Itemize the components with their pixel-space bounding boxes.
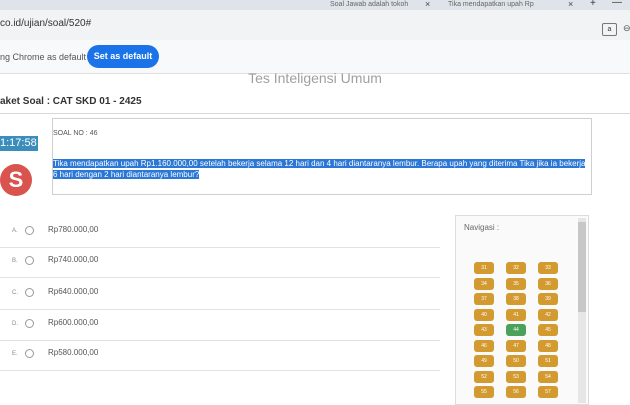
browser-tab-active[interactable]: Tika mendapatkan upah Rp	[448, 0, 543, 9]
browser-tab-bar: Soal Jawab adalah tokoh × Tika mendapatk…	[0, 0, 630, 10]
nav-question-button[interactable]: 51	[538, 355, 558, 367]
logo-icon: S	[0, 164, 32, 196]
tab-title: Tika mendapatkan upah Rp	[448, 1, 534, 8]
tab-close-icon[interactable]: ×	[568, 0, 573, 9]
nav-question-button[interactable]: 55	[474, 386, 494, 398]
question-number: SOAL NO : 46	[53, 130, 98, 137]
nav-question-button[interactable]: 46	[474, 339, 494, 352]
answer-option-e[interactable]: E. Rp580.000,00	[0, 341, 440, 371]
nav-question-button[interactable]: 31	[474, 262, 494, 274]
option-letter: B.	[12, 258, 18, 264]
nav-question-button[interactable]: 35	[506, 277, 526, 290]
option-radio[interactable]	[25, 288, 34, 297]
tab-close-icon[interactable]: ×	[425, 0, 430, 9]
option-radio[interactable]	[25, 349, 34, 358]
nav-question-button[interactable]: 40	[474, 308, 494, 321]
new-tab-icon[interactable]: +	[590, 0, 596, 9]
nav-question-button[interactable]: 57	[538, 386, 558, 398]
nav-question-button[interactable]: 38	[506, 293, 526, 305]
option-letter: D.	[12, 321, 18, 327]
nav-question-button[interactable]: 45	[538, 324, 558, 336]
section-header: Tes Inteligensi Umum	[248, 70, 382, 86]
question-text: Tika mendapatkan upah Rp1.160.000,00 set…	[53, 158, 587, 180]
nav-question-button[interactable]: 56	[506, 386, 526, 398]
option-text: Rp600.000,00	[48, 318, 99, 327]
option-radio[interactable]	[25, 319, 34, 328]
option-text: Rp580.000,00	[48, 348, 99, 357]
option-letter: A.	[12, 228, 18, 234]
option-letter: E.	[12, 351, 18, 357]
option-text: Rp740.000,00	[48, 255, 99, 264]
question-box: SOAL NO : 46 Tika mendapatkan upah Rp1.1…	[52, 118, 592, 195]
nav-question-button[interactable]: 47	[506, 339, 526, 352]
nav-question-button[interactable]: 52	[474, 370, 494, 383]
nav-question-button[interactable]: 53	[506, 370, 526, 383]
minimize-icon[interactable]: —	[612, 0, 622, 8]
nav-question-button[interactable]: 43	[474, 324, 494, 336]
answer-option-a[interactable]: A. Rp780.000,00	[0, 218, 440, 248]
url-field[interactable]: co.id/ujian/soal/520#	[0, 18, 91, 29]
set-default-button[interactable]: Set as default	[87, 45, 159, 68]
nav-question-button[interactable]: 41	[506, 308, 526, 321]
nav-question-button[interactable]: 44	[506, 324, 526, 336]
navigation-label: Navigasi :	[464, 223, 500, 232]
infobar-text: ng Chrome as default	[0, 52, 87, 62]
nav-question-button[interactable]: 42	[538, 308, 558, 321]
option-radio[interactable]	[25, 256, 34, 265]
nav-question-button[interactable]: 39	[538, 293, 558, 305]
divider	[0, 113, 630, 114]
default-browser-infobar: ng Chrome as default Set as default	[0, 40, 630, 74]
option-radio[interactable]	[25, 226, 34, 235]
scroll-thumb[interactable]	[578, 222, 586, 312]
navigation-scrollbar[interactable]	[578, 218, 586, 403]
address-bar: co.id/ujian/soal/520# a ⊖	[0, 10, 630, 40]
navigation-panel: Navigasi : 31 32 33 34 35 36 37 38 39 40 41 42 43 44 4…	[455, 215, 589, 405]
nav-question-button[interactable]: 34	[474, 277, 494, 290]
question-text-selected: Tika mendapatkan upah Rp1.160.000,00 set…	[53, 159, 586, 179]
option-text: Rp780.000,00	[48, 225, 99, 234]
option-text: Rp640.000,00	[48, 287, 99, 296]
answer-option-d[interactable]: D. Rp600.000,00	[0, 311, 440, 341]
nav-question-button[interactable]: 33	[538, 262, 558, 274]
nav-question-button[interactable]: 54	[538, 370, 558, 383]
option-letter: C.	[12, 290, 18, 296]
countdown-timer: 1:17:58	[0, 136, 38, 151]
tab-title: Soal Jawab adalah tokoh	[330, 1, 409, 8]
browser-tab[interactable]: Soal Jawab adalah tokoh	[330, 0, 422, 9]
answer-option-c[interactable]: C. Rp640.000,00	[0, 280, 440, 310]
paket-title: aket Soal : CAT SKD 01 - 2425	[0, 96, 142, 107]
nav-question-button[interactable]: 48	[538, 339, 558, 352]
nav-question-button[interactable]: 36	[538, 277, 558, 290]
nav-question-button[interactable]: 37	[474, 293, 494, 305]
nav-question-button[interactable]: 32	[506, 262, 526, 274]
nav-question-button[interactable]: 49	[474, 355, 494, 367]
nav-question-button[interactable]: 50	[506, 355, 526, 367]
extension-icon[interactable]: ⊖	[623, 23, 630, 34]
answer-option-b[interactable]: B. Rp740.000,00	[0, 248, 440, 278]
translate-icon[interactable]: a	[602, 23, 617, 36]
